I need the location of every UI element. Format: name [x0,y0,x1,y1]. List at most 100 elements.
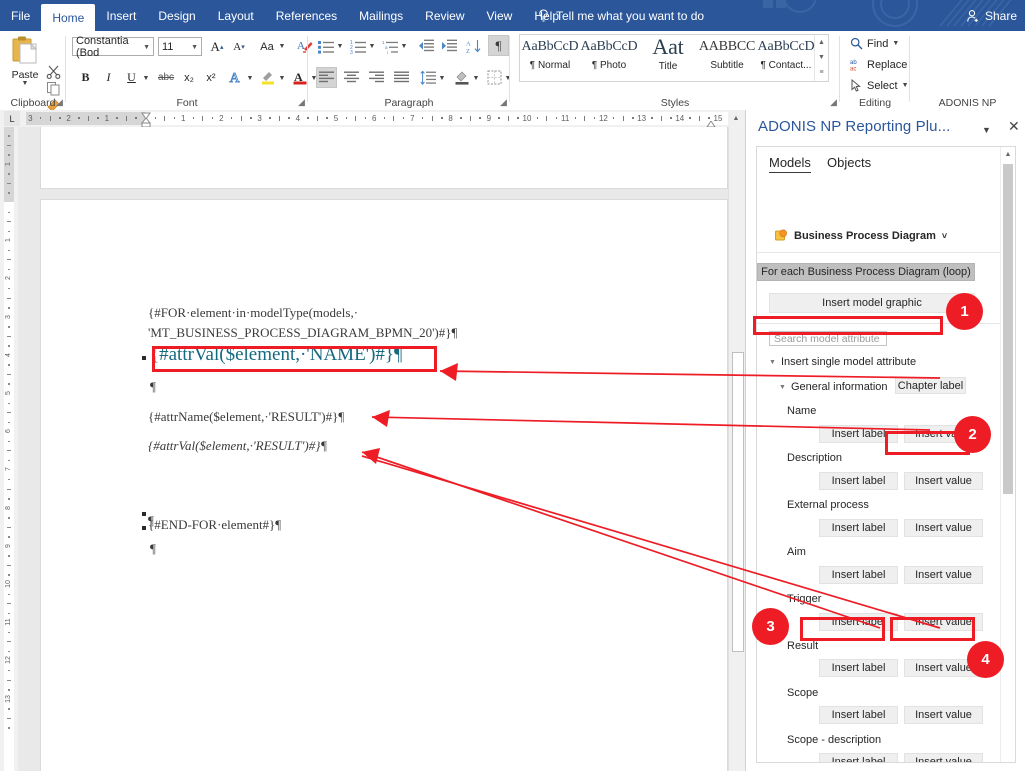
numbering-caret-icon[interactable]: ▼ [368,41,376,51]
text-effects-caret-icon[interactable]: ▼ [246,73,254,83]
decrease-indent-button[interactable] [416,36,436,56]
text-highlight-button[interactable] [258,67,278,87]
for-each-loop-button[interactable]: For each Business Process Diagram (loop) [757,263,975,281]
borders-button[interactable] [484,67,504,88]
chevron-down-icon[interactable]: ˅ [942,231,947,241]
paste-button[interactable]: Paste ▼ [8,35,42,87]
underline-button[interactable]: U [122,68,141,87]
style-item-photo[interactable]: AaBbCcD ¶ Photo [580,35,638,81]
chevron-down-icon[interactable]: ▼ [191,44,198,51]
tab-home[interactable]: Home [41,4,96,31]
search-model-attribute-input[interactable]: Search model attribute [769,331,887,346]
superscript-button[interactable]: x² [201,68,221,87]
shrink-font-button[interactable]: A ▾ [229,37,249,56]
text-effects-button[interactable]: A [226,67,246,87]
shading-caret-icon[interactable]: ▼ [472,73,480,83]
scroll-up-button[interactable]: ▲ [1001,147,1015,162]
document-canvas[interactable]: {#FOR·element·in·modelType(models,· 'MT_… [18,127,745,771]
tab-mailings[interactable]: Mailings [348,0,414,31]
align-center-button[interactable] [341,67,362,88]
tab-file[interactable]: File [0,0,41,31]
style-item-contact[interactable]: AaBbCcD ¶ Contact... [757,35,815,81]
font-name-combo[interactable]: Constantia (Bod ▼ [72,35,154,59]
aim-insert-value-button[interactable]: Insert value [904,566,983,584]
multilevel-caret-icon[interactable]: ▼ [400,41,408,51]
trigger-insert-label-button[interactable]: Insert label [819,613,898,631]
replace-button[interactable]: ab ac Replace [850,58,907,72]
result-insert-label-button[interactable]: Insert label [819,659,898,677]
shading-button[interactable] [452,67,472,88]
paste-caret-icon[interactable]: ▼ [8,80,42,87]
italic-button[interactable]: I [99,68,118,87]
name-insert-value-button[interactable]: Insert value [904,425,983,443]
styles-scroll-down-button[interactable]: ▼ [815,50,828,65]
close-icon[interactable]: ✕ [1008,119,1020,133]
insert-model-graphic-button[interactable]: Insert model graphic [769,293,975,313]
show-formatting-marks-button[interactable]: ¶ [488,35,509,56]
cut-button[interactable] [45,64,62,81]
external-process-insert-label-button[interactable]: Insert label [819,519,898,537]
find-caret-icon[interactable]: ▼ [892,40,899,47]
task-pane-scrollbar-thumb[interactable] [1003,164,1013,494]
horizontal-ruler-bar[interactable]: 32112345678910111213141516 [26,112,761,125]
right-indent-marker[interactable] [706,119,716,128]
scope-insert-value-button[interactable]: Insert value [904,706,983,724]
share-button[interactable]: Share [966,0,1017,31]
increase-indent-button[interactable] [439,36,459,56]
find-button[interactable]: Find ▼ [850,37,899,50]
document-scrollbar-thumb[interactable] [732,352,744,652]
bold-button[interactable]: B [76,68,95,87]
tell-me-box[interactable]: Tell me what you want to do [538,0,704,31]
model-type-selector[interactable]: Business Process Diagram ˅ [775,229,947,242]
tab-stop-selector[interactable]: L [4,111,20,126]
scope-insert-label-button[interactable]: Insert label [819,706,898,724]
line-spacing-caret-icon[interactable]: ▼ [438,73,446,83]
tab-design[interactable]: Design [147,0,206,31]
scroll-up-button[interactable]: ▲ [728,111,744,126]
grow-font-button[interactable]: A ▴ [207,37,227,56]
tab-review[interactable]: Review [414,0,475,31]
left-indent-marker[interactable] [140,117,152,128]
external-process-insert-value-button[interactable]: Insert value [904,519,983,537]
scope-description-insert-label-button[interactable]: Insert label [819,753,898,762]
bullets-caret-icon[interactable]: ▼ [336,41,344,51]
select-button[interactable]: Select ▼ [850,79,909,92]
numbering-button[interactable]: 1 2 3 [348,36,368,56]
font-size-combo[interactable]: 11 ▼ [158,37,202,56]
change-case-button[interactable]: Aa [256,37,278,56]
tab-references[interactable]: References [265,0,348,31]
result-insert-value-button[interactable]: Insert value [904,659,983,677]
subscript-button[interactable]: x₂ [179,68,199,87]
clipboard-dialog-launcher[interactable]: ◢ [56,97,63,108]
style-item-title[interactable]: Aat Title [639,34,697,81]
chevron-down-icon[interactable]: ▼ [982,125,991,135]
trigger-insert-value-button[interactable]: Insert value [904,613,983,631]
font-dialog-launcher[interactable]: ◢ [298,97,305,108]
task-pane-scrollbar[interactable]: ▲ [1000,147,1015,762]
text-highlight-caret-icon[interactable]: ▼ [278,73,286,83]
select-caret-icon[interactable]: ▼ [902,82,909,89]
tab-models[interactable]: Models [769,155,811,173]
style-item-normal[interactable]: AaBbCcD ¶ Normal [521,35,579,81]
change-case-caret-icon[interactable]: ▼ [278,41,286,51]
description-insert-value-button[interactable]: Insert value [904,472,983,490]
styles-dialog-launcher[interactable]: ◢ [830,97,837,108]
underline-caret-icon[interactable]: ▼ [142,73,150,83]
tab-insert[interactable]: Insert [95,0,147,31]
paragraph-dialog-launcher[interactable]: ◢ [500,97,507,108]
styles-scroll-up-button[interactable]: ▲ [815,35,828,50]
tab-layout[interactable]: Layout [207,0,265,31]
multilevel-list-button[interactable]: 1 a i [380,36,400,56]
insert-single-model-attribute-row[interactable]: ▼ Insert single model attribute [769,356,916,368]
line-spacing-button[interactable] [418,67,438,88]
scope-description-insert-value-button[interactable]: Insert value [904,753,983,762]
section-general-information[interactable]: ▼ General information [779,381,888,393]
align-right-button[interactable] [366,67,387,88]
description-insert-label-button[interactable]: Insert label [819,472,898,490]
style-item-subtitle[interactable]: AABBCC Subtitle [698,35,756,81]
align-left-button[interactable] [316,67,337,88]
copy-button[interactable] [45,81,62,98]
sort-button[interactable]: A Z [464,36,484,56]
general-information-chapter-label-button[interactable]: Chapter label [895,377,966,394]
styles-more-button[interactable]: ≡ [815,65,828,80]
